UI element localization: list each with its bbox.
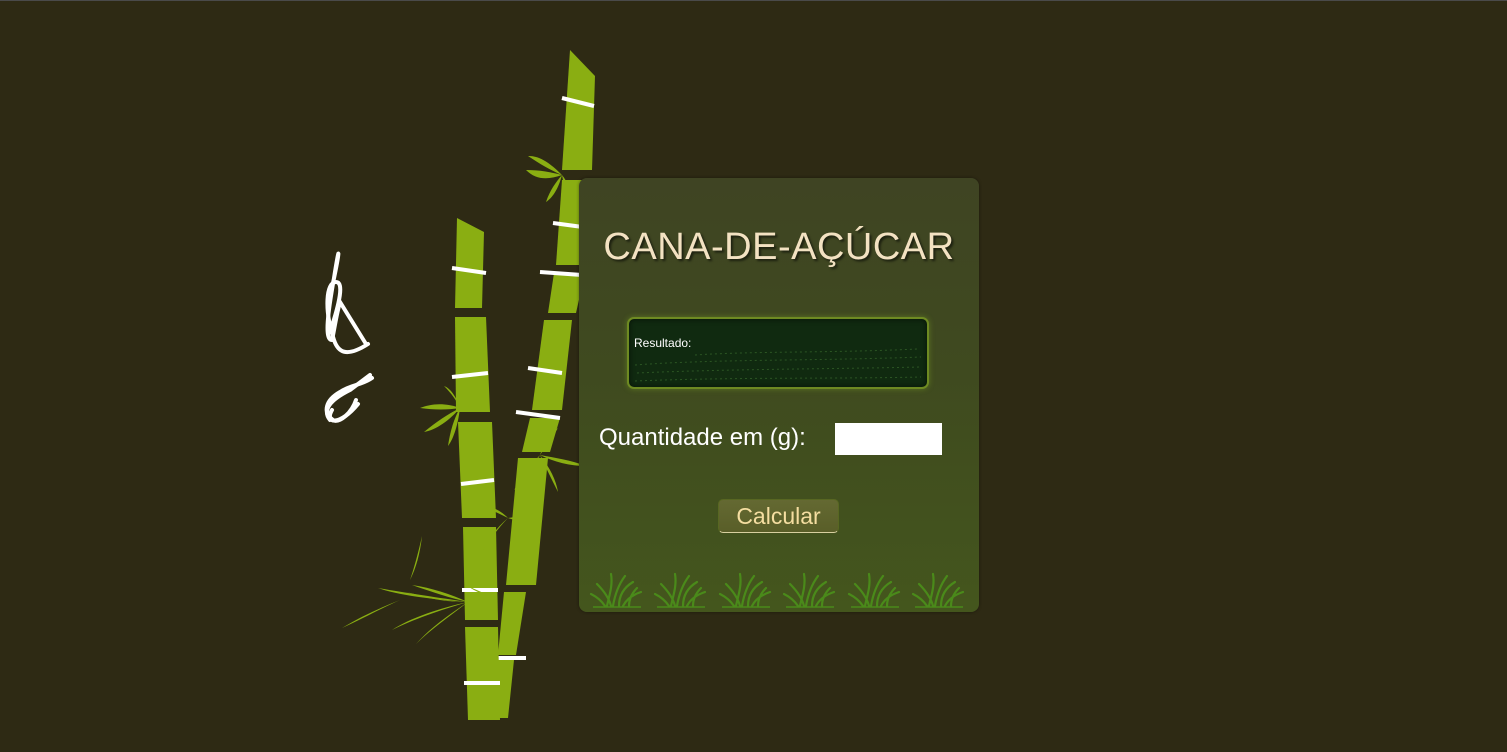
grass-icon: [782, 572, 836, 609]
result-texture: [635, 348, 922, 382]
page-title: CANA-DE-AÇÚCAR: [603, 226, 955, 268]
grass-icon: [653, 572, 707, 609]
calculate-button[interactable]: Calcular: [718, 499, 839, 533]
result-display: Resultado:: [627, 317, 929, 389]
grass-icon: [589, 572, 643, 609]
grass-icon: [718, 572, 772, 609]
grass-icon: [847, 572, 901, 609]
cane-stalk-left: [451, 218, 500, 720]
quantity-label: Quantidade em (g):: [599, 424, 806, 451]
calculator-card: CANA-DE-AÇÚCAR Resultado: Quantidade em …: [579, 178, 979, 612]
top-border: [0, 0, 1507, 1]
grass-decoration: [589, 572, 965, 609]
quantity-input[interactable]: [835, 423, 942, 455]
sugarcane-illustration: [324, 50, 595, 720]
grass-icon: [911, 572, 965, 609]
